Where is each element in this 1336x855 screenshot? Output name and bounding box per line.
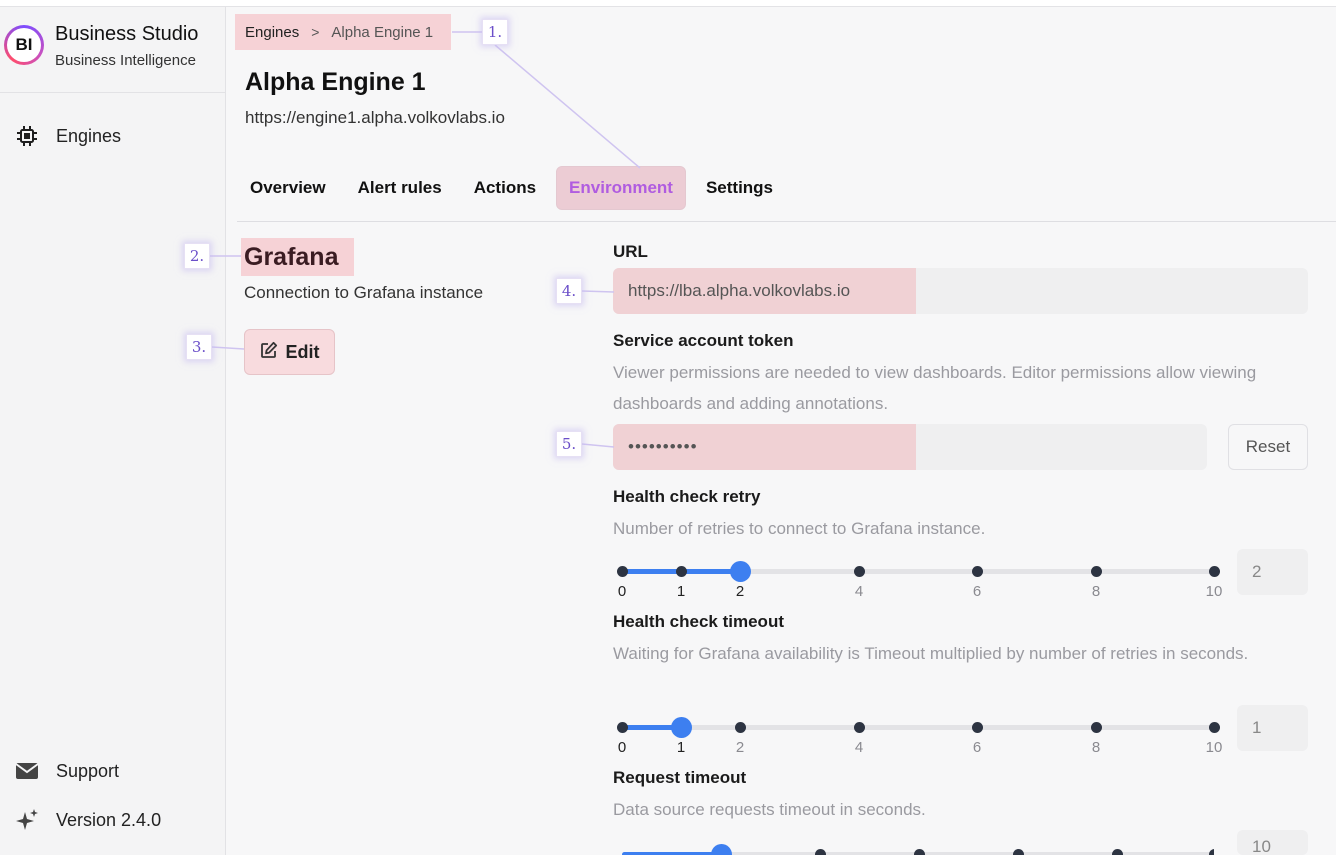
- token-input-value: ••••••••••: [628, 437, 698, 456]
- edit-button[interactable]: Edit: [244, 329, 335, 375]
- slider-thumb[interactable]: [711, 844, 732, 855]
- page-title: Alpha Engine 1: [245, 68, 426, 96]
- slider-dot: [854, 722, 865, 733]
- timeout-help: Waiting for Grafana availability is Time…: [613, 644, 1249, 663]
- url-input-value: https://lba.alpha.volkovlabs.io: [628, 281, 851, 300]
- slider-tick-label: 0: [617, 739, 627, 756]
- slider-dot: [676, 566, 687, 577]
- brand-subtitle: Business Intelligence: [55, 52, 196, 69]
- slider-tick-label: 8: [1091, 739, 1101, 756]
- sidebar-item-label: Engines: [56, 125, 122, 146]
- tab-environment[interactable]: Environment: [556, 166, 686, 210]
- tab-divider: [237, 221, 1336, 222]
- slider-dot: [972, 722, 983, 733]
- breadcrumb-engines-link[interactable]: Engines: [245, 24, 299, 41]
- slider-dot: [1091, 566, 1102, 577]
- slider-tick-label: 8: [1091, 583, 1101, 600]
- logo-icon: BI: [4, 25, 44, 65]
- slider-tick-label: 6: [972, 583, 982, 600]
- brand: BI Business Studio Business Intelligence: [0, 7, 225, 93]
- annotation-badge-5: 5.: [556, 431, 582, 457]
- retry-slider[interactable]: 0 1 2 4 6 8 10: [617, 557, 1222, 600]
- slider-dot: [1209, 722, 1220, 733]
- slider-dot: [617, 566, 628, 577]
- slider-tick-label: 4: [854, 583, 864, 600]
- tab-alert-rules[interactable]: Alert rules: [346, 166, 454, 210]
- slider-tick-label: 2: [735, 739, 745, 756]
- slider-thumb[interactable]: [671, 717, 692, 738]
- breadcrumb: Engines > Alpha Engine 1: [235, 14, 451, 50]
- chip-icon: [14, 123, 40, 149]
- section-description: Connection to Grafana instance: [244, 283, 484, 302]
- retry-help: Number of retries to connect to Grafana …: [613, 519, 986, 538]
- slider-dot: [972, 566, 983, 577]
- slider-dot: [1209, 566, 1220, 577]
- main-content: Engines > Alpha Engine 1 Alpha Engine 1 …: [226, 7, 1336, 855]
- url-label: URL: [613, 242, 648, 261]
- edit-icon: [260, 341, 278, 364]
- annotation-badge-1: 1.: [482, 19, 508, 45]
- section-title: Grafana: [241, 238, 354, 276]
- chevron-right-icon: >: [311, 24, 320, 40]
- timeout-label: Health check timeout: [613, 612, 784, 631]
- tab-settings[interactable]: Settings: [694, 166, 785, 210]
- engine-url: https://engine1.alpha.volkovlabs.io: [245, 108, 505, 127]
- slider-tick-label: 4: [854, 739, 864, 756]
- top-border: [0, 0, 1336, 7]
- timeout-slider[interactable]: 0 1 2 4 6 8 10: [617, 713, 1222, 756]
- request-timeout-help: Data source requests timeout in seconds.: [613, 800, 926, 819]
- slider-dot: [1091, 722, 1102, 733]
- slider-dot: [914, 849, 925, 855]
- token-input[interactable]: ••••••••••: [613, 424, 1207, 470]
- token-label: Service account token: [613, 331, 794, 350]
- annotation-badge-4: 4.: [556, 278, 582, 304]
- sidebar-item-support[interactable]: Support: [14, 758, 119, 784]
- token-help: Viewer permissions are needed to view da…: [613, 363, 1257, 413]
- slider-tick-label: 2: [735, 583, 745, 600]
- slider-tick-label: 10: [1205, 583, 1223, 600]
- slider-tick-label: 1: [676, 583, 686, 600]
- slider-dot: [1112, 849, 1123, 855]
- slider-thumb[interactable]: [730, 561, 751, 582]
- reset-button[interactable]: Reset: [1228, 424, 1308, 470]
- mail-icon: [14, 758, 40, 784]
- sparkle-icon: [14, 807, 40, 833]
- request-timeout-value-input[interactable]: 10: [1237, 830, 1308, 855]
- retry-label: Health check retry: [613, 487, 761, 506]
- slider-tick-label: 6: [972, 739, 982, 756]
- tab-overview[interactable]: Overview: [238, 166, 338, 210]
- request-timeout-label: Request timeout: [613, 768, 747, 787]
- sidebar-item-label: Support: [56, 760, 120, 781]
- url-input[interactable]: https://lba.alpha.volkovlabs.io: [613, 268, 1308, 314]
- slider-dot: [1209, 849, 1214, 855]
- slider-tick-label: 0: [617, 583, 627, 600]
- sidebar: BI Business Studio Business Intelligence…: [0, 7, 226, 855]
- version-info: Version 2.4.0: [14, 807, 161, 833]
- slider-dot: [815, 849, 826, 855]
- slider-dot: [854, 566, 865, 577]
- slider-tick-label: 10: [1205, 739, 1223, 756]
- slider-dot: [735, 722, 746, 733]
- edit-button-label: Edit: [285, 341, 320, 362]
- slider-dot: [617, 722, 628, 733]
- version-label: Version 2.4.0: [56, 809, 162, 830]
- breadcrumb-current: Alpha Engine 1: [331, 23, 434, 41]
- tab-actions[interactable]: Actions: [462, 166, 548, 210]
- annotation-badge-3: 3.: [186, 334, 212, 360]
- slider-tick-label: 1: [676, 739, 686, 756]
- request-timeout-value: 10: [1252, 837, 1271, 855]
- tab-bar: Overview Alert rules Actions Environment…: [238, 166, 793, 212]
- annotation-badge-2: 2.: [184, 243, 210, 269]
- logo-text: BI: [7, 28, 41, 62]
- timeout-value-input[interactable]: 1: [1237, 705, 1308, 751]
- brand-title: Business Studio: [55, 23, 199, 45]
- slider-dot: [1013, 849, 1024, 855]
- slider-track: [622, 725, 1214, 730]
- retry-value-input[interactable]: 2: [1237, 549, 1308, 595]
- request-timeout-slider[interactable]: [622, 840, 1214, 855]
- sidebar-item-engines[interactable]: Engines: [14, 123, 121, 149]
